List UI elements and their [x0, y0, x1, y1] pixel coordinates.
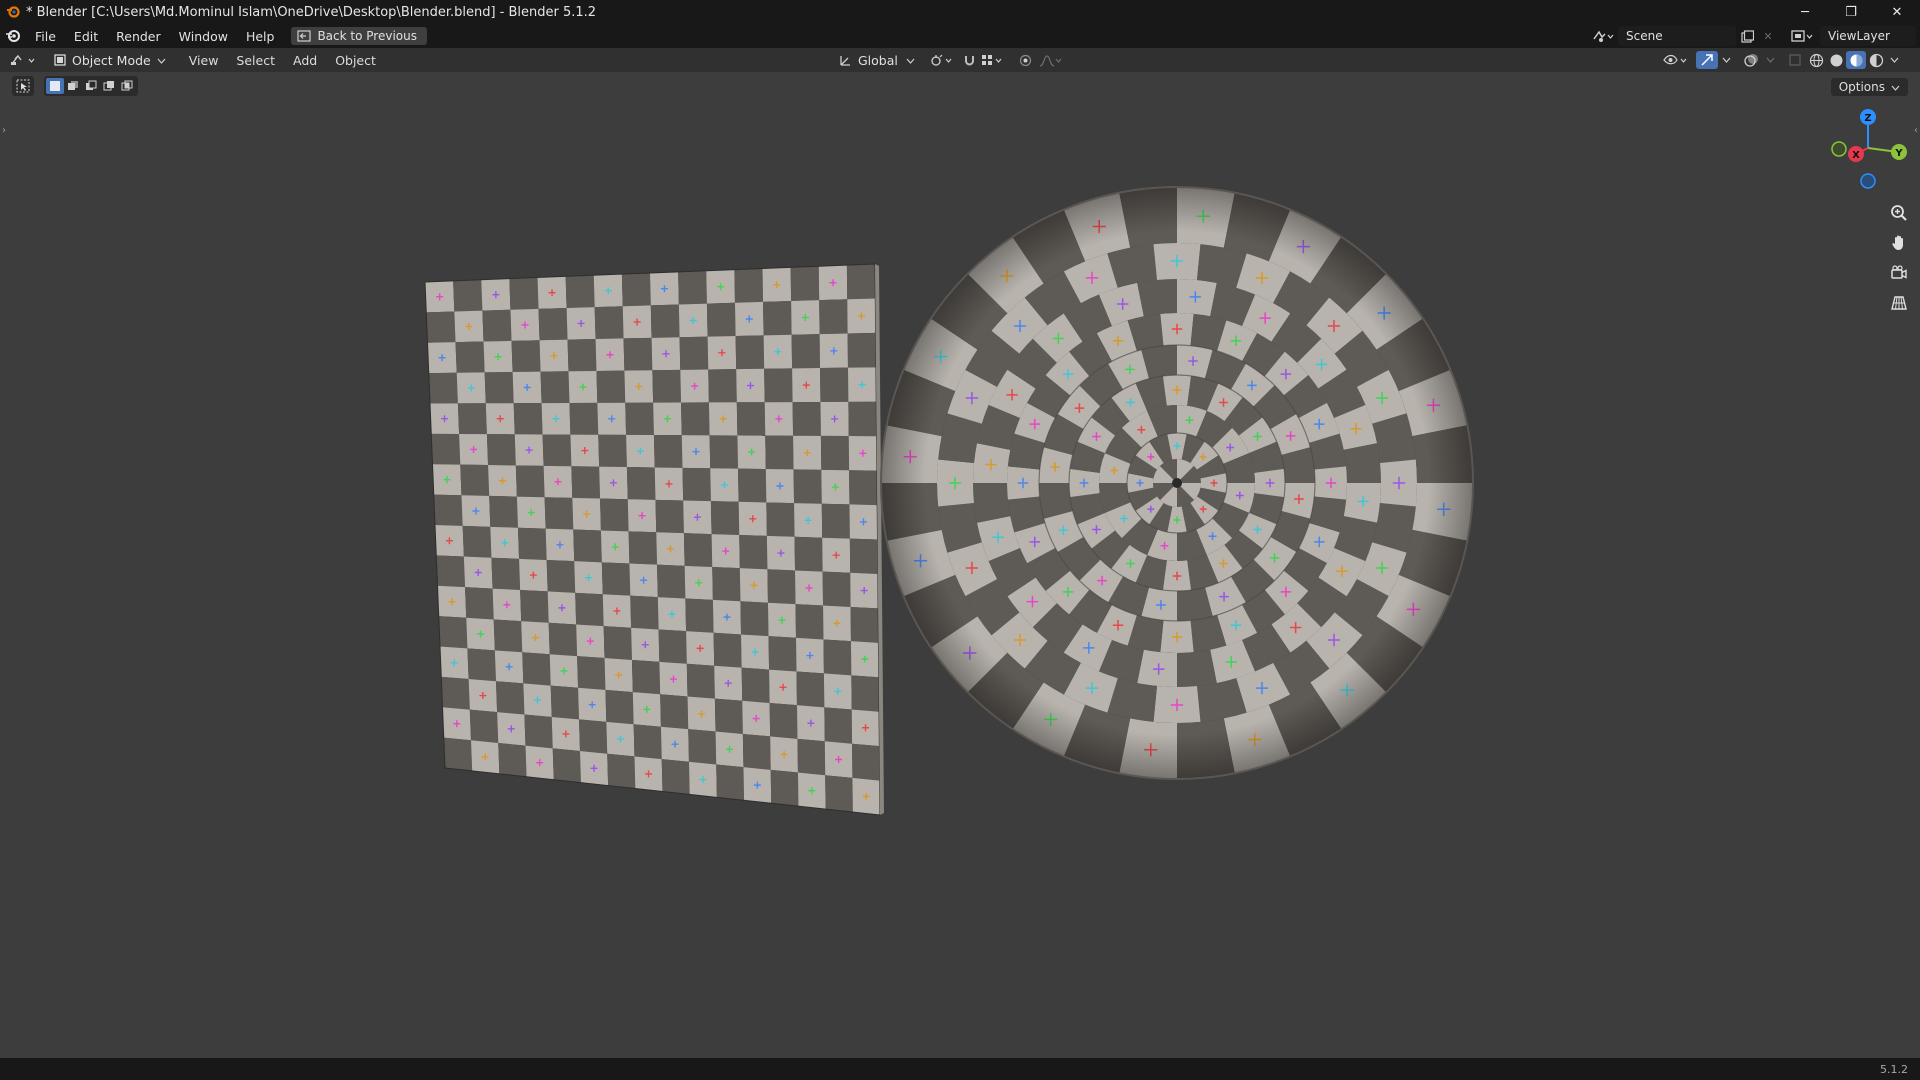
select-invert-icon[interactable] — [100, 78, 118, 94]
xray-icon[interactable] — [1784, 53, 1806, 67]
toolbar-expand-arrow[interactable]: › — [2, 125, 6, 136]
pivot-icon[interactable] — [927, 54, 957, 67]
sidebar-expand-arrow[interactable]: ‹ — [1914, 125, 1918, 136]
perspective-grid-icon[interactable] — [1884, 288, 1914, 318]
chevron-down-icon[interactable] — [1718, 57, 1734, 63]
chevron-down-icon — [1891, 80, 1900, 94]
select-extend-icon[interactable] — [64, 78, 82, 94]
selection-mode-group — [44, 76, 138, 96]
back-to-previous-button[interactable]: Back to Previous — [291, 27, 427, 45]
snap-icon[interactable] — [961, 54, 979, 67]
transform-orientation-icon — [836, 54, 854, 67]
pan-hand-icon[interactable] — [1884, 228, 1914, 258]
camera-icon[interactable] — [1884, 258, 1914, 288]
checker-disc-mesh[interactable] — [880, 186, 1474, 780]
menu-add[interactable]: Add — [284, 53, 326, 68]
window-controls: ─ ❐ ✕ — [1782, 0, 1920, 24]
transform-orientation-dropdown[interactable]: Global — [858, 53, 898, 68]
viewlayer-name: ViewLayer — [1828, 29, 1890, 43]
snap-target-icon[interactable] — [979, 54, 1007, 67]
menu-window[interactable]: Window — [170, 29, 237, 44]
chevron-down-icon[interactable] — [1886, 57, 1902, 63]
rendered-shading-icon[interactable] — [1866, 53, 1886, 68]
navigation-tools — [1884, 198, 1914, 318]
restore-button[interactable]: ❐ — [1828, 0, 1874, 24]
tool-row — [12, 76, 138, 96]
editor-type-icon[interactable] — [6, 49, 40, 71]
select-subtract-icon[interactable] — [82, 78, 100, 94]
visibility-icon[interactable] — [1660, 53, 1692, 67]
version-label: 5.1.2 — [1880, 1063, 1908, 1076]
gizmo-neg-y[interactable] — [1831, 141, 1847, 157]
viewlayer-browse-icon[interactable] — [1784, 26, 1820, 46]
blender-logo-icon — [6, 5, 20, 19]
overlay-icon[interactable] — [1740, 53, 1762, 68]
chevron-down-icon — [906, 53, 915, 68]
back-to-previous-label: Back to Previous — [317, 29, 417, 43]
gizmo-y-label: Y — [1894, 148, 1903, 159]
menu-select[interactable]: Select — [227, 53, 284, 68]
select-intersect-icon[interactable] — [118, 78, 136, 94]
zoom-icon[interactable] — [1884, 198, 1914, 228]
options-dropdown[interactable]: Options — [1830, 78, 1908, 96]
scene-name-field[interactable]: Scene — [1618, 26, 1736, 46]
viewport-header: Object Mode View Select Add Object Globa… — [0, 48, 1920, 72]
viewlayer-name-field[interactable]: ViewLayer — [1820, 26, 1916, 46]
proportional-edit-icon[interactable] — [1015, 54, 1037, 67]
title-bar: * Blender [C:\Users\Md.Mominul Islam\One… — [0, 0, 1920, 24]
status-bar — [0, 1058, 1920, 1080]
menu-edit[interactable]: Edit — [65, 29, 107, 44]
checker-plane-mesh[interactable] — [424, 263, 884, 816]
menu-help[interactable]: Help — [237, 29, 284, 44]
scene-selector-group: Scene ✕ ViewLayer — [1588, 26, 1920, 46]
menu-file[interactable]: File — [26, 29, 65, 44]
viewport-display-controls — [1660, 51, 1902, 69]
falloff-icon[interactable] — [1037, 54, 1065, 67]
gizmo-neg-z[interactable] — [1860, 173, 1876, 189]
chevron-down-icon — [157, 53, 166, 68]
3d-viewport[interactable] — [0, 72, 1920, 1058]
object-mode-dropdown[interactable]: Object Mode — [46, 51, 172, 69]
window-title: * Blender [C:\Users\Md.Mominul Islam\One… — [26, 4, 597, 20]
object-mode-label: Object Mode — [72, 52, 151, 68]
close-button[interactable]: ✕ — [1874, 0, 1920, 24]
new-scene-icon[interactable] — [1736, 29, 1758, 43]
gizmo-x-label: X — [1852, 150, 1860, 161]
gizmo-icon[interactable] — [1696, 51, 1718, 69]
options-label: Options — [1838, 80, 1885, 94]
blender-logo-icon[interactable] — [0, 28, 26, 44]
menu-render[interactable]: Render — [107, 29, 170, 44]
wireframe-shading-icon[interactable] — [1806, 53, 1826, 68]
back-icon — [297, 30, 312, 42]
transform-controls: Global — [836, 51, 1065, 69]
scene-name: Scene — [1626, 29, 1663, 43]
chevron-down-icon[interactable] — [1762, 57, 1778, 63]
navigation-gizmo[interactable]: Z Y X — [1820, 106, 1910, 196]
scene-browse-icon[interactable] — [1588, 26, 1618, 46]
solid-shading-icon[interactable] — [1826, 53, 1846, 68]
gizmo-z-label: Z — [1864, 113, 1871, 124]
select-box-icon[interactable] — [12, 76, 34, 96]
minimize-button[interactable]: ─ — [1782, 0, 1828, 24]
new-viewlayer-icon[interactable] — [1916, 30, 1920, 43]
menu-view[interactable]: View — [180, 53, 228, 68]
delete-scene-icon[interactable]: ✕ — [1758, 30, 1778, 43]
menu-object[interactable]: Object — [326, 53, 385, 68]
select-new-icon[interactable] — [46, 78, 64, 94]
object-mode-icon — [52, 54, 68, 66]
material-shading-icon[interactable] — [1846, 51, 1866, 69]
